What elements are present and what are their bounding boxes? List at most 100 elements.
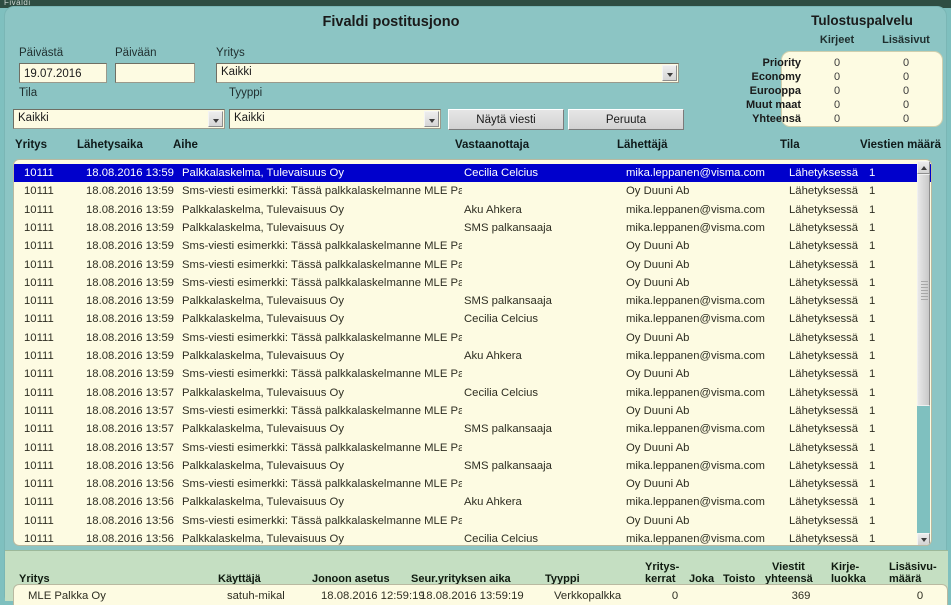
cell-tila: Lähetyksessä	[789, 478, 859, 491]
show-message-button[interactable]: Näytä viesti	[448, 109, 564, 130]
cell-yritys: 10111	[24, 368, 54, 381]
table-row[interactable]: 10111 18.08.2016 13:57 Palkkalaskelma, Tul…	[14, 420, 931, 438]
table-row[interactable]: 10111 18.08.2016 13:57 Sms-viesti esimerkk…	[14, 439, 931, 457]
table-row[interactable]: 10111 18.08.2016 13:59 Palkkalaskelma, Tul…	[14, 292, 931, 310]
grid-col-aihe[interactable]: Aihe	[173, 139, 198, 151]
scroll-down-icon[interactable]	[917, 533, 930, 545]
table-row[interactable]: 10111 18.08.2016 13:56 Sms-viesti esimerkk…	[14, 475, 931, 493]
table-row[interactable]: 10111 18.08.2016 13:56 Palkkalaskelma, Tul…	[14, 457, 931, 475]
cell-viestien-maara: 1	[869, 313, 876, 326]
table-row[interactable]: 10111 18.08.2016 13:59 Palkkalaskelma, Tul…	[14, 164, 931, 183]
scrollbar-thumb[interactable]	[917, 174, 930, 406]
cell-lahettaja: mika.leppanen@visma.com	[626, 295, 765, 308]
cell-viestien-maara: 1	[869, 221, 876, 234]
chevron-down-icon[interactable]	[662, 65, 677, 81]
print-service-row-label: Priority	[762, 57, 801, 69]
grid-col-lahettaja[interactable]: Lähettäjä	[617, 139, 668, 151]
cell-aihe: Palkkalaskelma, Tulevaisuus Oy	[182, 350, 344, 362]
cell-yritys: 10111	[24, 331, 54, 344]
cell-vastaanottaja: SMS palkansaaja	[464, 295, 552, 308]
table-row[interactable]: 10111 18.08.2016 13:59 Sms-viesti esimerkk…	[14, 237, 931, 255]
cell-lahetysaika: 18.08.2016 13:57	[86, 423, 174, 436]
print-service-row-label: Eurooppa	[749, 85, 801, 97]
state-combobox[interactable]: Kaikki	[13, 109, 225, 129]
detail-col-yritys-1[interactable]: Yritys-	[645, 561, 679, 573]
cell-aihe: Palkkalaskelma, Tulevaisuus Oy	[182, 167, 344, 179]
main-panel: Fivaldi postitusjono Päivästä 19.07.2016…	[4, 6, 948, 605]
table-row[interactable]: 10111 18.08.2016 13:59 Sms-viesti esimerkk…	[14, 365, 931, 383]
cell-lahettaja: Oy Duuni Ab	[626, 185, 690, 198]
cell-yritys: 10111	[24, 423, 54, 436]
cell-lahettaja: Oy Duuni Ab	[626, 258, 690, 271]
table-row[interactable]: 10111 18.08.2016 13:59 Sms-viesti esimerkk…	[14, 274, 931, 292]
cell-lahettaja: Oy Duuni Ab	[626, 331, 690, 344]
table-row[interactable]: 10111 18.08.2016 13:59 Sms-viesti esimerkk…	[14, 182, 931, 200]
table-row[interactable]: 10111 18.08.2016 13:57 Palkkalaskelma, Tul…	[14, 384, 931, 402]
print-service-letters: 0	[833, 99, 841, 111]
table-row[interactable]: 10111 18.08.2016 13:59 Palkkalaskelma, Tul…	[14, 347, 931, 365]
table-row[interactable]: 10111 18.08.2016 13:59 Palkkalaskelma, Tul…	[14, 310, 931, 328]
cell-aihe: Palkkalaskelma, Tulevaisuus Oy	[182, 221, 344, 234]
grid-vertical-scrollbar[interactable]	[917, 161, 930, 545]
print-service-row-label: Muut maat	[746, 99, 801, 111]
cell-aihe: Palkkalaskelma, Tulevaisuus Oy	[182, 423, 344, 436]
table-row[interactable]: 10111 18.08.2016 13:59 Palkkalaskelma, Tul…	[14, 219, 931, 237]
date-from-input[interactable]: 19.07.2016	[19, 63, 107, 83]
cell-lahettaja: mika.leppanen@visma.com	[626, 533, 765, 545]
cell-viestien-maara: 1	[869, 386, 876, 399]
table-row[interactable]: 10111 18.08.2016 13:56 Palkkalaskelma, Tul…	[14, 493, 931, 511]
print-service-letters: 0	[833, 85, 841, 97]
cell-aihe: Sms-viesti esimerkki: Tässä palkkalaskel…	[182, 240, 462, 253]
date-to-input[interactable]	[115, 63, 195, 83]
cell-lahetysaika: 18.08.2016 13:59	[86, 185, 174, 198]
grid-col-lahetysaika[interactable]: Lähetysaika	[77, 139, 143, 151]
cell-aihe: Sms-viesti esimerkki: Tässä palkkalaskel…	[182, 276, 462, 289]
cell-viestien-maara: 1	[869, 478, 876, 491]
print-service-letters: 0	[833, 71, 841, 83]
message-grid[interactable]: 10111 18.08.2016 13:59 Palkkalaskelma, Tul…	[13, 159, 932, 546]
cell-tila: Lähetyksessä	[789, 258, 859, 271]
detail-col-lisasivu[interactable]: Lisäsivu-	[889, 561, 937, 573]
cell-aihe: Palkkalaskelma, Tulevaisuus Oy	[182, 459, 344, 472]
cell-tila: Lähetyksessä	[789, 459, 859, 472]
table-row[interactable]: 10111 18.08.2016 13:59 Sms-viesti esimerkk…	[14, 329, 931, 347]
type-combobox-value: Kaikki	[234, 112, 265, 124]
detail-row[interactable]: MLE Palkka Oy satuh-mikal 18.08.2016 12:…	[14, 585, 947, 605]
grid-col-tila[interactable]: Tila	[780, 139, 800, 151]
cell-aihe: Sms-viesti esimerkki: Tässä palkkalaskel…	[182, 331, 462, 344]
grid-col-viestien-maara[interactable]: Viestien määrä	[860, 139, 941, 151]
cell-yritys: 10111	[24, 240, 54, 253]
scroll-up-icon[interactable]	[917, 161, 930, 174]
grid-col-vastaanottaja[interactable]: Vastaanottaja	[455, 139, 529, 151]
scrollbar-track[interactable]	[917, 174, 930, 533]
cell-lahetysaika: 18.08.2016 13:59	[86, 368, 174, 381]
cell-yritys: 10111	[24, 533, 54, 545]
cancel-button[interactable]: Peruuta	[568, 109, 684, 130]
detail-grid[interactable]: MLE Palkka Oy satuh-mikal 18.08.2016 12:…	[13, 584, 948, 605]
cell-lahettaja: mika.leppanen@visma.com	[626, 459, 765, 472]
cell-lahetysaika: 18.08.2016 13:57	[86, 386, 174, 399]
chevron-down-icon[interactable]	[208, 111, 223, 127]
cell-lahetysaika: 18.08.2016 13:59	[86, 203, 174, 216]
cell-yritys: 10111	[24, 167, 54, 179]
table-row[interactable]: 10111 18.08.2016 13:59 Palkkalaskelma, Tul…	[14, 201, 931, 219]
table-row[interactable]: 10111 18.08.2016 13:56 Palkkalaskelma, Tul…	[14, 530, 931, 545]
cell-lahetysaika: 18.08.2016 13:56	[86, 459, 174, 472]
table-row[interactable]: 10111 18.08.2016 13:57 Sms-viesti esimerkk…	[14, 402, 931, 420]
type-combobox[interactable]: Kaikki	[229, 109, 441, 129]
table-row[interactable]: 10111 18.08.2016 13:56 Sms-viesti esimerkk…	[14, 512, 931, 530]
print-service-letters: 0	[833, 113, 841, 125]
cell-lahettaja: mika.leppanen@visma.com	[626, 496, 765, 509]
detail-col-viestit[interactable]: Viestit	[772, 561, 805, 573]
chevron-down-icon[interactable]	[424, 111, 439, 127]
cell-lahettaja: mika.leppanen@visma.com	[626, 313, 765, 326]
detail-col-kirje[interactable]: Kirje-	[831, 561, 859, 573]
company-combobox[interactable]: Kaikki	[216, 63, 679, 83]
cell-lahettaja: mika.leppanen@visma.com	[626, 386, 765, 399]
cell-tila: Lähetyksessä	[789, 240, 859, 253]
cell-vastaanottaja: Aku Ahkera	[464, 496, 522, 509]
grid-col-yritys[interactable]: Yritys	[15, 139, 47, 151]
table-row[interactable]: 10111 18.08.2016 13:59 Sms-viesti esimerkk…	[14, 256, 931, 274]
cell-lahetysaika: 18.08.2016 13:59	[86, 313, 174, 326]
cell-lahettaja: Oy Duuni Ab	[626, 276, 690, 289]
